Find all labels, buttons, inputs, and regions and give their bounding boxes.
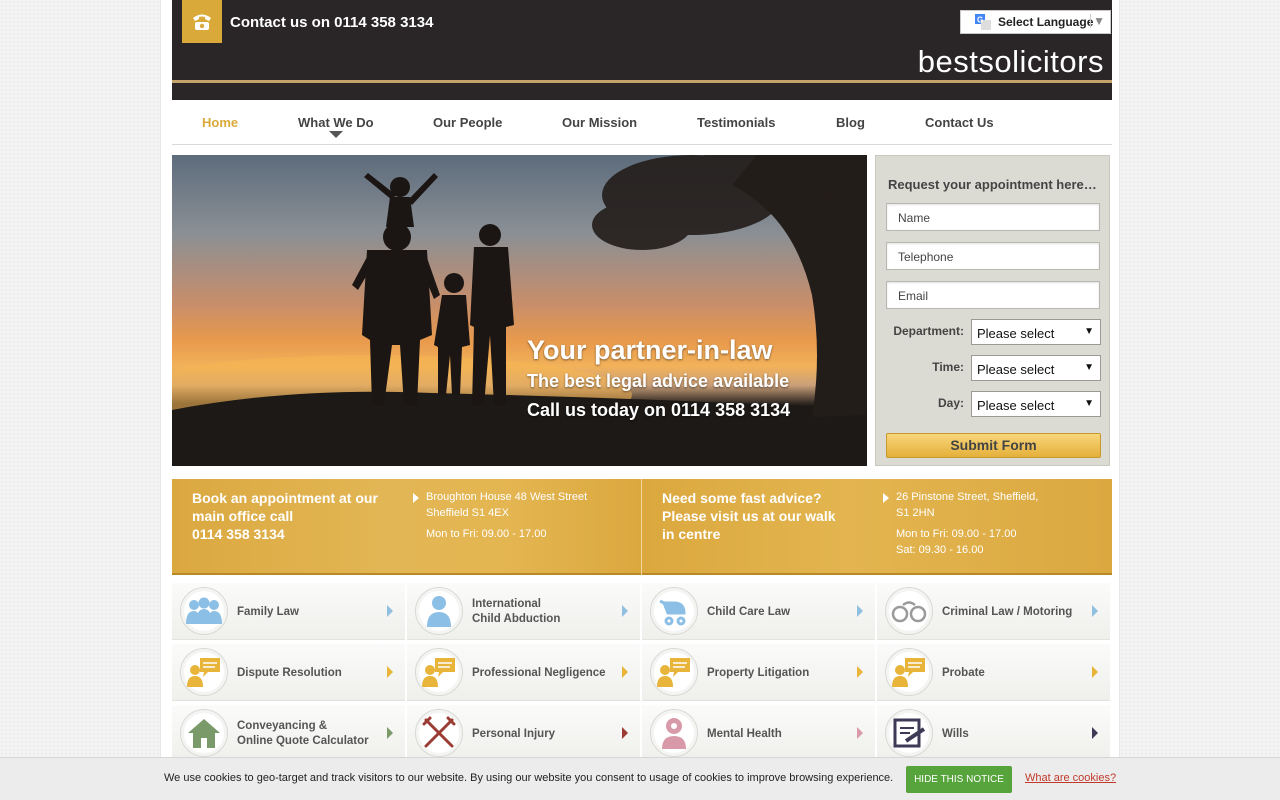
email-field[interactable]: Email <box>886 281 1100 309</box>
header-divider <box>172 80 1112 83</box>
chevron-right-icon <box>1092 727 1098 739</box>
submenu-caret-icon <box>329 131 343 138</box>
band-divider <box>641 479 642 575</box>
service-label: Professional Negligence <box>472 667 606 679</box>
chevron-right-icon <box>1092 605 1098 617</box>
hide-notice-button[interactable]: HIDE THIS NOTICE <box>906 766 1012 793</box>
site-logo[interactable]: bestsolicitors <box>918 44 1104 80</box>
page-container: Contact us on 0114 358 3134 G Select Lan… <box>160 0 1120 800</box>
hero-subheadline: The best legal advice available <box>527 371 790 391</box>
language-select[interactable]: G Select Language ▼ <box>960 10 1111 34</box>
form-title: Request your appointment here… <box>888 177 1097 192</box>
nav-item-testimonials[interactable]: Testimonials <box>697 115 776 130</box>
person-icon <box>415 587 463 635</box>
document-pen-icon <box>885 709 933 757</box>
chevron-down-icon: ▼ <box>1084 362 1094 373</box>
family-icon <box>180 587 228 635</box>
chevron-right-icon <box>1092 666 1098 678</box>
telephone-field[interactable]: Telephone <box>886 242 1100 270</box>
service-label: Property Litigation <box>707 667 810 679</box>
office-info-band: Book an appointment at our main office c… <box>172 479 1112 575</box>
service-label: International Child Abduction <box>472 598 561 625</box>
service-tile-family-law[interactable]: Family Law <box>172 583 405 640</box>
chevron-right-icon <box>857 605 863 617</box>
phone-icon <box>182 0 222 43</box>
pram-icon <box>650 587 698 635</box>
service-tile-child-care-law[interactable]: Child Care Law <box>642 583 875 640</box>
service-tile-conveyancing[interactable]: Conveyancing & Online Quote Calculator <box>172 705 405 762</box>
chevron-right-icon <box>622 666 628 678</box>
chevron-right-icon <box>387 605 393 617</box>
speech-person-icon <box>885 648 933 696</box>
name-field[interactable]: Name <box>886 203 1100 231</box>
submit-form-button[interactable]: Submit Form <box>886 433 1101 458</box>
service-label: Child Care Law <box>707 606 791 618</box>
walk-in-centre-address: 26 Pinstone Street, Sheffield, S1 2HN Mo… <box>896 491 1039 556</box>
service-tile-wills[interactable]: Wills <box>877 705 1110 762</box>
chevron-right-icon <box>387 727 393 739</box>
hero-headline: Your partner-in-law <box>527 335 773 365</box>
service-label: Dispute Resolution <box>237 667 342 679</box>
service-tile-mental-health[interactable]: Mental Health <box>642 705 875 762</box>
cookie-notice-bar: We use cookies to geo-target and track v… <box>0 757 1280 800</box>
service-label: Personal Injury <box>472 728 556 740</box>
hero-banner: Your partner-in-law The best legal advic… <box>172 155 867 466</box>
chevron-right-icon <box>622 605 628 617</box>
department-select[interactable]: Please select ▼ <box>971 319 1101 345</box>
chevron-right-icon <box>857 666 863 678</box>
main-nav: Home What We Do Our People Our Mission T… <box>172 100 1112 145</box>
nav-item-home[interactable]: Home <box>202 115 238 130</box>
crutches-icon <box>415 709 463 757</box>
service-tile-probate[interactable]: Probate <box>877 644 1110 701</box>
cookie-message: We use cookies to geo-target and track v… <box>164 772 894 784</box>
bullet-arrow-icon <box>883 493 889 503</box>
service-tile-property-litigation[interactable]: Property Litigation <box>642 644 875 701</box>
nav-item-our-mission[interactable]: Our Mission <box>562 115 637 130</box>
service-label: Criminal Law / Motoring <box>942 606 1073 618</box>
service-label: Mental Health <box>707 728 782 740</box>
speech-person-icon <box>415 648 463 696</box>
head-icon <box>650 709 698 757</box>
handcuffs-icon <box>885 587 933 635</box>
hero-call-text: Call us today on 0114 358 3134 <box>527 400 791 420</box>
svg-text:G: G <box>977 16 983 25</box>
day-select[interactable]: Please select ▼ <box>971 391 1101 417</box>
main-office-heading: Book an appointment at our main office c… <box>192 490 378 542</box>
service-label: Family Law <box>237 606 299 618</box>
chevron-down-icon: ▼ <box>1084 326 1094 337</box>
nav-item-blog[interactable]: Blog <box>836 115 865 130</box>
service-label: Conveyancing & Online Quote Calculator <box>237 720 369 747</box>
chevron-down-icon: ▼ <box>1084 398 1094 409</box>
time-label: Time: <box>932 360 964 374</box>
walk-in-centre-heading: Need some fast advice? Please visit us a… <box>662 490 836 542</box>
header-contact-text: Contact us on 0114 358 3134 <box>230 14 434 31</box>
chevron-right-icon <box>857 727 863 739</box>
service-label: Probate <box>942 667 985 679</box>
nav-item-contact-us[interactable]: Contact Us <box>925 115 994 130</box>
chevron-right-icon <box>622 727 628 739</box>
service-tile-dispute-resolution[interactable]: Dispute Resolution <box>172 644 405 701</box>
day-label: Day: <box>937 396 964 410</box>
language-select-label: Select Language <box>998 15 1094 29</box>
site-header: Contact us on 0114 358 3134 G Select Lan… <box>172 0 1112 100</box>
chevron-down-icon: ▼ <box>1090 14 1105 28</box>
service-tile-professional-negligence[interactable]: Professional Negligence <box>407 644 640 701</box>
google-translate-icon: G <box>975 14 991 30</box>
service-label: Wills <box>942 728 969 740</box>
speech-person-icon <box>180 648 228 696</box>
service-tile-personal-injury[interactable]: Personal Injury <box>407 705 640 762</box>
nav-item-what-we-do[interactable]: What We Do <box>298 115 374 130</box>
what-are-cookies-link[interactable]: What are cookies? <box>1025 772 1116 784</box>
appointment-form: Request your appointment here… Name Tele… <box>875 155 1110 466</box>
nav-item-our-people[interactable]: Our People <box>433 115 502 130</box>
house-icon <box>180 709 228 757</box>
service-tile-criminal-law-motoring[interactable]: Criminal Law / Motoring <box>877 583 1110 640</box>
service-tile-international-child-abduction[interactable]: International Child Abduction <box>407 583 640 640</box>
bullet-arrow-icon <box>413 493 419 503</box>
main-office-address: Broughton House 48 West Street Sheffield… <box>426 491 588 540</box>
time-select[interactable]: Please select ▼ <box>971 355 1101 381</box>
department-label: Department: <box>893 324 964 338</box>
speech-person-icon <box>650 648 698 696</box>
chevron-right-icon <box>387 666 393 678</box>
